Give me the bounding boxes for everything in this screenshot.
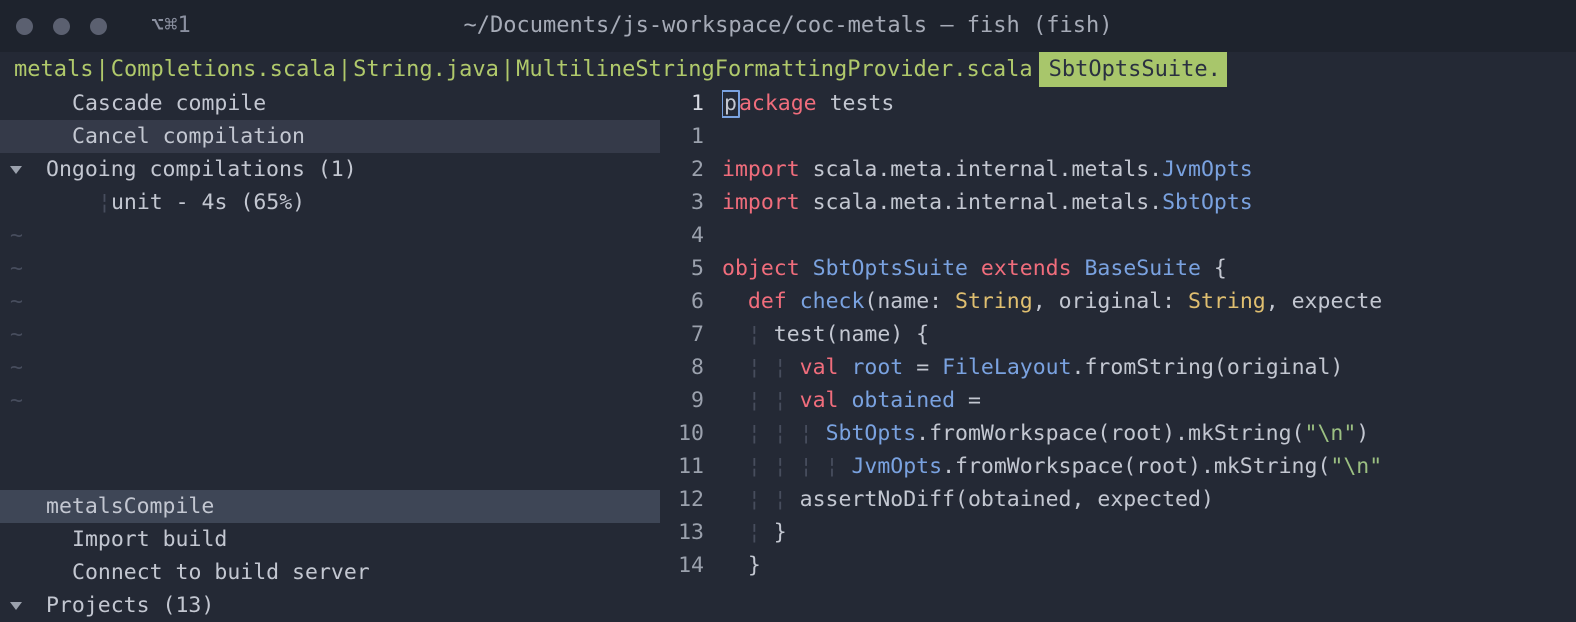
- sidebar-bottom-block: metalsCompileImport buildConnect to buil…: [0, 490, 660, 622]
- buffer-bar: metals | Completions.scala | String.java…: [0, 52, 1576, 87]
- line-number: 5: [660, 252, 722, 285]
- code-line[interactable]: 8 ¦ ¦ val root = FileLayout.fromString(o…: [660, 351, 1576, 384]
- sidebar-item-label: Cancel compilation: [72, 120, 305, 153]
- empty-line-tilde: ~: [0, 252, 660, 285]
- empty-line-tilde: ~: [0, 384, 660, 417]
- titlebar: ⌥⌘1 ~/Documents/js-workspace/coc-metals …: [0, 0, 1576, 52]
- window-title: ~/Documents/js-workspace/coc-metals — fi…: [463, 9, 1112, 43]
- sidebar-item-label: Connect to build server: [72, 556, 370, 589]
- tab-multiline-provider[interactable]: MultilineStringFormattingProvider.scala: [516, 53, 1033, 87]
- code-line[interactable]: 12 ¦ ¦ assertNoDiff(obtained, expected): [660, 483, 1576, 516]
- code-line[interactable]: 13 ¦ }: [660, 516, 1576, 549]
- line-number: 8: [660, 351, 722, 384]
- sidebar-item-label: Import build: [72, 523, 227, 556]
- sidebar-item[interactable]: metalsCompile: [0, 490, 660, 523]
- sidebar: Cascade compileCancel compilationOngoing…: [0, 87, 660, 622]
- line-number: 4: [660, 219, 722, 252]
- code-line[interactable]: 7 ¦ test(name) {: [660, 318, 1576, 351]
- code-line[interactable]: 1package tests: [660, 87, 1576, 120]
- code-editor[interactable]: 1package tests12import scala.meta.intern…: [660, 87, 1576, 622]
- code-content: def check(name: String, original: String…: [722, 285, 1576, 318]
- code-content: import scala.meta.internal.metals.SbtOpt…: [722, 186, 1576, 219]
- sidebar-item[interactable]: Cascade compile: [0, 87, 660, 120]
- line-number: 14: [660, 549, 722, 582]
- sidebar-item-label: unit - 4s (65%): [111, 186, 305, 219]
- code-line[interactable]: 4: [660, 219, 1576, 252]
- line-number: 10: [660, 417, 722, 450]
- tab-string-java[interactable]: String.java: [353, 53, 499, 87]
- code-line[interactable]: 6 def check(name: String, original: Stri…: [660, 285, 1576, 318]
- sidebar-item[interactable]: Cancel compilation: [0, 120, 660, 153]
- chevron-down-icon: [10, 602, 22, 610]
- code-line[interactable]: 11 ¦ ¦ ¦ ¦ JvmOpts.fromWorkspace(root).m…: [660, 450, 1576, 483]
- chevron-down-icon: [10, 166, 22, 174]
- tab-completions[interactable]: Completions.scala: [111, 53, 336, 87]
- line-number: 13: [660, 516, 722, 549]
- sidebar-item-label: Projects (13): [46, 589, 214, 622]
- line-number: 3: [660, 186, 722, 219]
- empty-line-tilde: ~: [0, 219, 660, 252]
- window-shortcut-label: ⌥⌘1: [151, 9, 191, 43]
- traffic-lights: [16, 18, 107, 35]
- empty-line-tilde: ~: [0, 285, 660, 318]
- line-number: 1: [660, 120, 722, 153]
- line-number: 9: [660, 384, 722, 417]
- line-number: 7: [660, 318, 722, 351]
- code-content: package tests: [722, 87, 1576, 120]
- code-content: object SbtOptsSuite extends BaseSuite {: [722, 252, 1576, 285]
- code-line[interactable]: 2import scala.meta.internal.metals.JvmOp…: [660, 153, 1576, 186]
- line-number: 1: [660, 87, 722, 120]
- sidebar-top-block: Cascade compileCancel compilationOngoing…: [0, 87, 660, 417]
- sidebar-item[interactable]: Import build: [0, 523, 660, 556]
- code-content: ¦ }: [722, 516, 1576, 549]
- tab-separator: |: [499, 53, 516, 87]
- code-content: ¦ ¦ ¦ SbtOpts.fromWorkspace(root).mkStri…: [722, 417, 1576, 450]
- sidebar-item[interactable]: Ongoing compilations (1): [0, 153, 660, 186]
- main-split: Cascade compileCancel compilationOngoing…: [0, 87, 1576, 622]
- empty-line-tilde: ~: [0, 351, 660, 384]
- sidebar-item[interactable]: ¦ unit - 4s (65%): [0, 186, 660, 219]
- sidebar-gutter: [0, 153, 46, 186]
- tab-metals[interactable]: metals: [14, 53, 93, 87]
- code-content: ¦ ¦ assertNoDiff(obtained, expected): [722, 483, 1576, 516]
- sidebar-item[interactable]: Projects (13): [0, 589, 660, 622]
- code-line[interactable]: 14 }: [660, 549, 1576, 582]
- tree-guide-icon: ¦: [98, 186, 111, 219]
- code-content: ¦ ¦ val obtained =: [722, 384, 1576, 417]
- code-content: ¦ test(name) {: [722, 318, 1576, 351]
- code-line[interactable]: 9 ¦ ¦ val obtained =: [660, 384, 1576, 417]
- sidebar-gutter: [0, 589, 46, 622]
- code-line[interactable]: 3import scala.meta.internal.metals.SbtOp…: [660, 186, 1576, 219]
- minimize-icon[interactable]: [53, 18, 70, 35]
- cursor: p: [722, 90, 740, 118]
- sidebar-item-label: Cascade compile: [72, 87, 266, 120]
- sidebar-item-label: metalsCompile: [46, 490, 214, 523]
- tab-sbtoptssuite-active[interactable]: SbtOptsSuite.: [1039, 52, 1227, 87]
- code-line[interactable]: 5object SbtOptsSuite extends BaseSuite {: [660, 252, 1576, 285]
- code-line[interactable]: 10 ¦ ¦ ¦ SbtOpts.fromWorkspace(root).mkS…: [660, 417, 1576, 450]
- code-content: ¦ ¦ val root = FileLayout.fromString(ori…: [722, 351, 1576, 384]
- code-content: import scala.meta.internal.metals.JvmOpt…: [722, 153, 1576, 186]
- line-number: 6: [660, 285, 722, 318]
- tab-separator: |: [336, 53, 353, 87]
- sidebar-item[interactable]: Connect to build server: [0, 556, 660, 589]
- line-number: 12: [660, 483, 722, 516]
- code-content: }: [722, 549, 1576, 582]
- line-number: 2: [660, 153, 722, 186]
- zoom-icon[interactable]: [90, 18, 107, 35]
- close-icon[interactable]: [16, 18, 33, 35]
- code-content: ¦ ¦ ¦ ¦ JvmOpts.fromWorkspace(root).mkSt…: [722, 450, 1576, 483]
- code-line[interactable]: 1: [660, 120, 1576, 153]
- tab-separator: |: [93, 53, 110, 87]
- empty-line-tilde: ~: [0, 318, 660, 351]
- sidebar-item-label: Ongoing compilations (1): [46, 153, 357, 186]
- line-number: 11: [660, 450, 722, 483]
